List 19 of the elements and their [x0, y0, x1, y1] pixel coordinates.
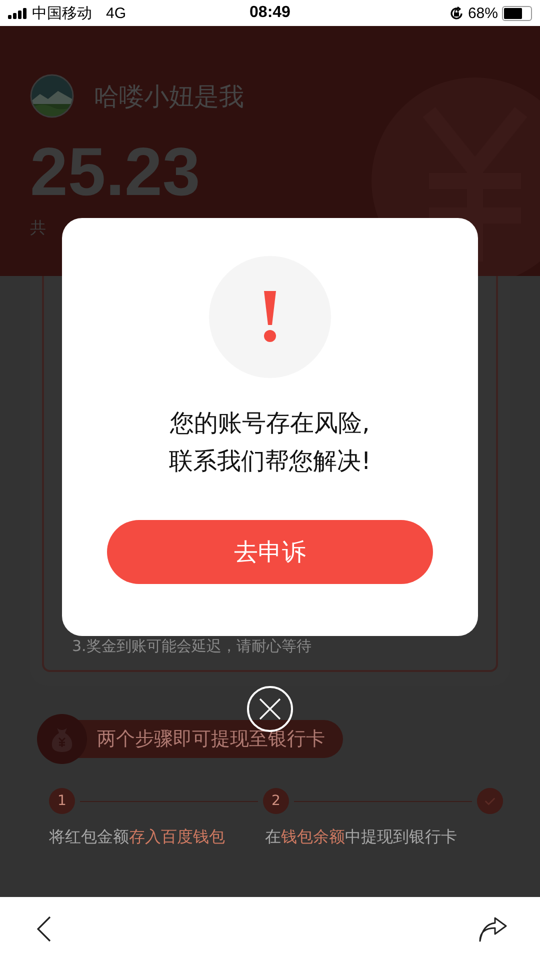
- dialog-message: 您的账号存在风险,: [170, 408, 370, 439]
- share-icon[interactable]: [479, 916, 507, 942]
- step-text: 在钱包余额中提现到银行卡: [265, 826, 457, 848]
- carrier-name: 中国移动: [32, 4, 92, 22]
- battery-percent: 68%: [468, 4, 498, 22]
- dialog-message: 联系我们帮您解决!: [169, 446, 371, 477]
- battery-icon: [502, 6, 532, 20]
- status-time: 08:49: [250, 4, 290, 22]
- money-bag-icon: [37, 714, 87, 764]
- appeal-button[interactable]: 去申诉: [107, 520, 433, 584]
- rotation-lock-icon: [448, 6, 464, 20]
- network-type: 4G: [106, 4, 126, 22]
- note-text: 3.奖金到账可能会延迟，请耐心等待: [72, 636, 312, 656]
- signal-icon: [8, 8, 28, 18]
- back-icon[interactable]: [37, 916, 51, 942]
- step-number: 2: [263, 788, 289, 814]
- step-text: 将红包金额存入百度钱包: [49, 826, 225, 848]
- close-icon[interactable]: [247, 686, 293, 732]
- step-number: 1: [49, 788, 75, 814]
